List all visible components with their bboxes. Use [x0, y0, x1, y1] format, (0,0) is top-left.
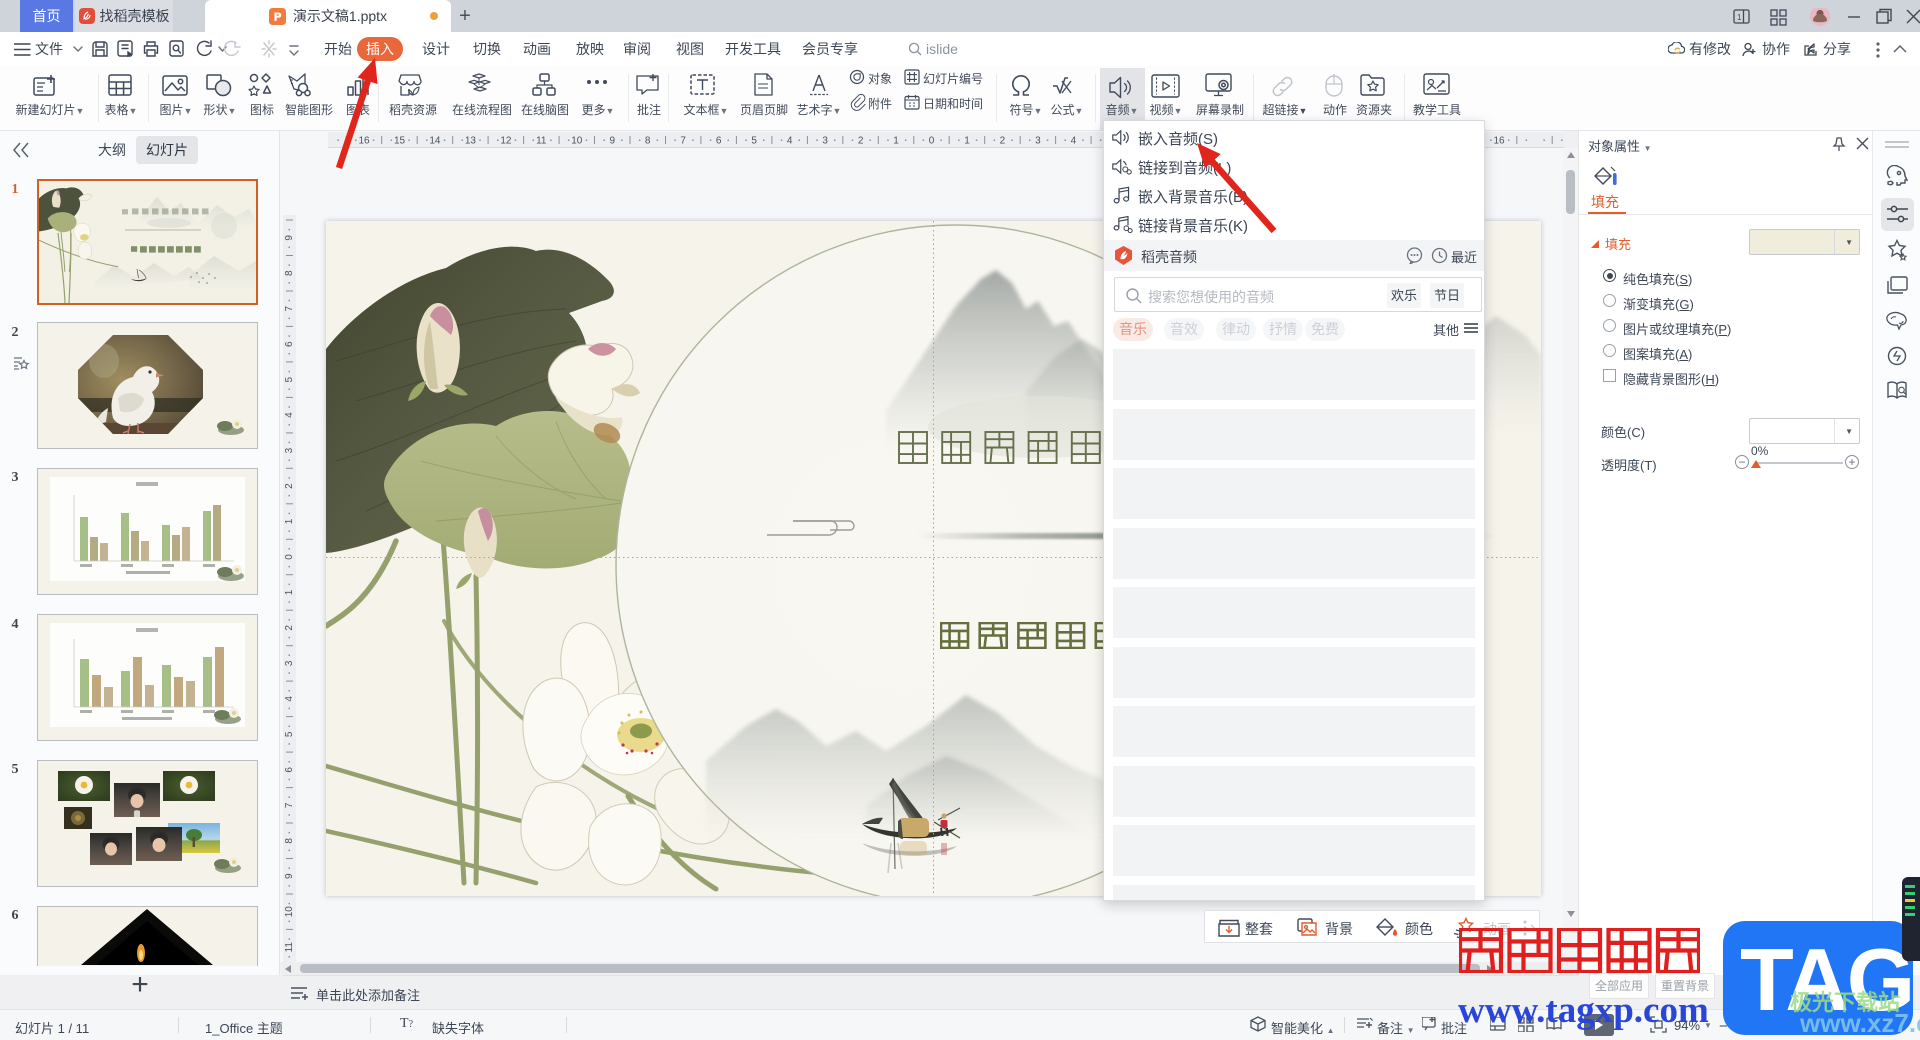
- svg-text:3: 3: [284, 660, 295, 666]
- svg-text:9: 9: [610, 136, 616, 147]
- svg-text:4: 4: [284, 412, 295, 418]
- svg-text:6: 6: [284, 341, 295, 347]
- svg-text:1: 1: [893, 136, 899, 147]
- svg-text:5: 5: [284, 731, 295, 737]
- svg-text:5: 5: [751, 136, 757, 147]
- svg-text:4: 4: [787, 136, 793, 147]
- svg-text:16: 16: [358, 136, 370, 147]
- svg-text:7: 7: [680, 136, 686, 147]
- svg-text:0: 0: [929, 136, 935, 147]
- svg-text:4: 4: [1071, 136, 1077, 147]
- svg-text:0: 0: [284, 554, 295, 560]
- svg-text:3: 3: [1035, 136, 1041, 147]
- svg-text:7: 7: [284, 305, 295, 311]
- svg-text:2: 2: [1000, 136, 1006, 147]
- svg-text:2: 2: [284, 483, 295, 489]
- svg-text:13: 13: [465, 136, 477, 147]
- svg-text:8: 8: [284, 838, 295, 844]
- svg-text:1: 1: [284, 518, 295, 524]
- svg-text:14: 14: [429, 136, 441, 147]
- svg-text:12: 12: [500, 136, 512, 147]
- svg-text:3: 3: [822, 136, 828, 147]
- svg-text:1: 1: [1737, 13, 1742, 22]
- svg-text:4: 4: [284, 696, 295, 702]
- svg-text:6: 6: [716, 136, 722, 147]
- svg-text:2: 2: [858, 136, 864, 147]
- svg-text:15: 15: [394, 136, 406, 147]
- svg-text:8: 8: [284, 270, 295, 276]
- svg-text:1: 1: [964, 136, 970, 147]
- svg-text:5: 5: [284, 376, 295, 382]
- svg-text:11: 11: [284, 942, 295, 953]
- svg-text:3: 3: [284, 447, 295, 453]
- svg-text:2: 2: [284, 625, 295, 631]
- svg-text:6: 6: [284, 767, 295, 773]
- svg-text:8: 8: [645, 136, 651, 147]
- svg-text:10: 10: [571, 136, 583, 147]
- svg-text:1: 1: [284, 589, 295, 595]
- svg-text:10: 10: [284, 906, 295, 918]
- svg-text:9: 9: [284, 873, 295, 879]
- svg-text:9: 9: [284, 235, 295, 241]
- svg-text:11: 11: [536, 136, 547, 147]
- svg-text:7: 7: [284, 802, 295, 808]
